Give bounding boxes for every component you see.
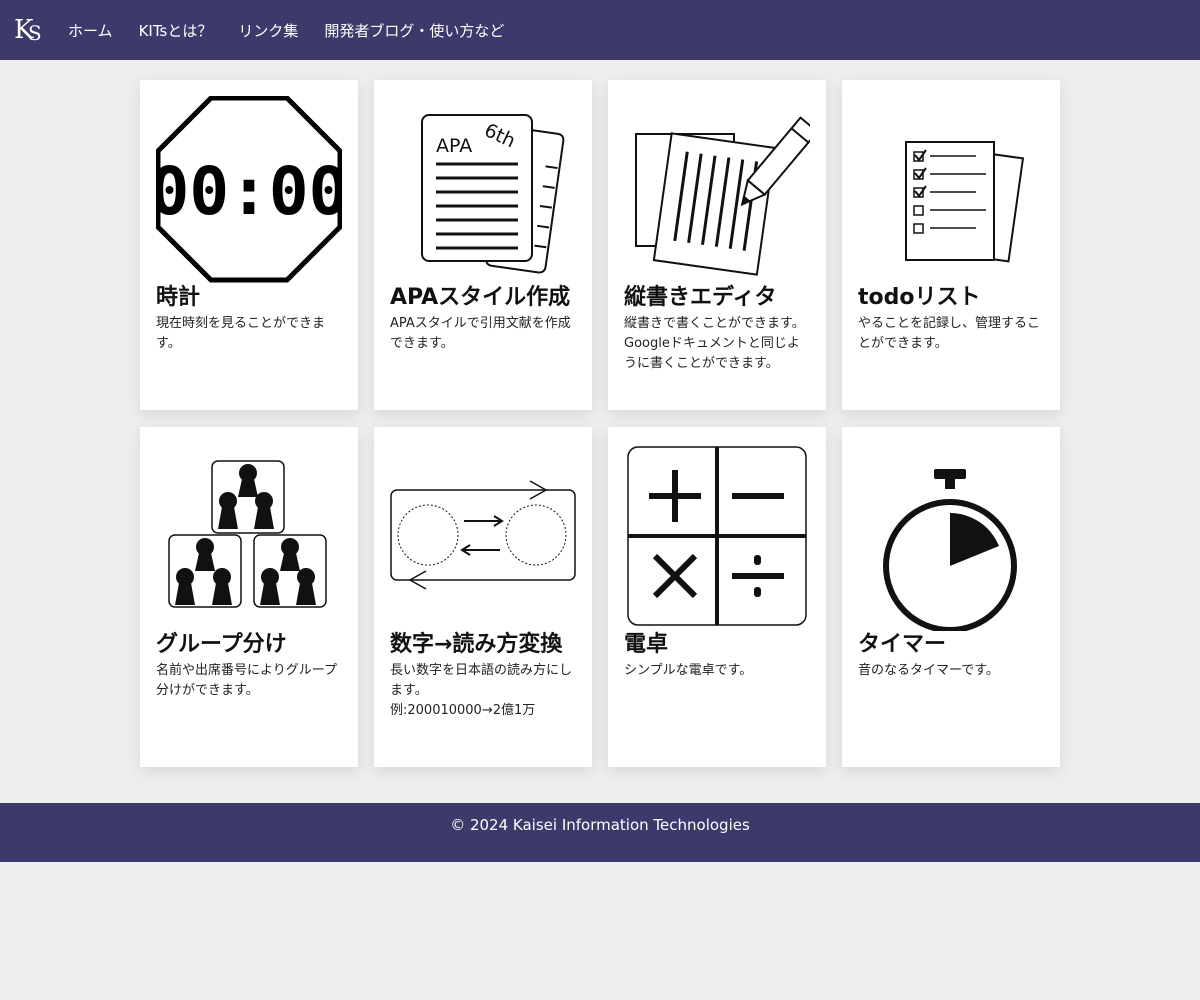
footer-copyright: © 2024 Kaisei Information Technologies [450, 815, 750, 834]
nav-link-blog[interactable]: 開発者ブログ・使い方など [324, 20, 504, 41]
card-todo[interactable]: todoリスト やることを記録し、管理することができます。 [842, 80, 1060, 410]
top-nav-bar: K S ホーム KITsとは？ リンク集 開発者ブログ・使い方など [0, 0, 1200, 60]
clock-display-icon: 00:00 [156, 96, 342, 283]
nav-link-links[interactable]: リンク集 [238, 20, 298, 41]
card-group[interactable]: グループ分け 名前や出席番号によりグループ分けができます。 [140, 427, 358, 767]
card-description: 縦書きで書くことができます。 Googleドキュメントと同じように書くことができ… [624, 316, 805, 371]
nav-link-about[interactable]: KITsとは？ [139, 20, 213, 41]
card-title: todoリスト [858, 285, 981, 310]
site-logo[interactable]: K S [14, 15, 44, 45]
card-timer[interactable]: タイマー 音のなるタイマーです。 [842, 427, 1060, 767]
card-description: シンプルな電卓です。 [624, 663, 753, 678]
card-title: 縦書きエディタ [624, 285, 777, 310]
card-apa[interactable]: APA 6th APAスタイル作成 APAスタイルで引用文献を作成できます。 [374, 80, 592, 410]
card-description: やることを記録し、管理することができます。 [858, 316, 1041, 351]
clock-digits-text: 00:00 [156, 153, 342, 230]
card-title: 数字→読み方変換 [390, 632, 563, 657]
card-number-conversion[interactable]: 数字→読み方変換 長い数字を日本語の読み方にします。 例:200010000→2… [374, 427, 592, 767]
card-title: 電卓 [624, 632, 669, 657]
card-description: 音のなるタイマーです。 [858, 663, 999, 678]
card-title: APAスタイル作成 [390, 285, 571, 310]
apa-document-icon: APA 6th [421, 114, 565, 274]
convert-icon [390, 480, 576, 590]
checklist-icon [905, 141, 1025, 263]
card-description: 長い数字を日本語の読み方にします。 例:200010000→2億1万 [390, 663, 573, 718]
card-description: 名前や出席番号によりグループ分けができます。 [156, 663, 337, 698]
card-description: APAスタイルで引用文献を作成できます。 [390, 316, 571, 351]
footer: © 2024 Kaisei Information Technologies [0, 803, 1200, 862]
stopwatch-icon [883, 469, 1017, 631]
vertical-editor-icon [635, 116, 810, 276]
calculator-icon [627, 446, 807, 626]
card-clock[interactable]: 00:00 時計 現在時刻を見ることができます。 [140, 80, 358, 410]
card-title: 時計 [156, 285, 201, 310]
apa-label-text: APA [436, 135, 472, 157]
logo-letter-s: S [28, 21, 42, 45]
card-calculator[interactable]: 電卓 シンプルな電卓です。 [608, 427, 826, 767]
card-title: グループ分け [156, 632, 287, 657]
nav-link-home[interactable]: ホーム [68, 20, 113, 41]
card-title: タイマー [858, 632, 947, 657]
card-vertical-editor[interactable]: 縦書きエディタ 縦書きで書くことができます。 Googleドキュメントと同じよう… [608, 80, 826, 410]
group-icon [168, 460, 327, 608]
tool-card-grid: 00:00 時計 現在時刻を見ることができます。 APA 6th APAスタイル… [140, 80, 1060, 767]
card-description: 現在時刻を見ることができます。 [156, 316, 326, 351]
